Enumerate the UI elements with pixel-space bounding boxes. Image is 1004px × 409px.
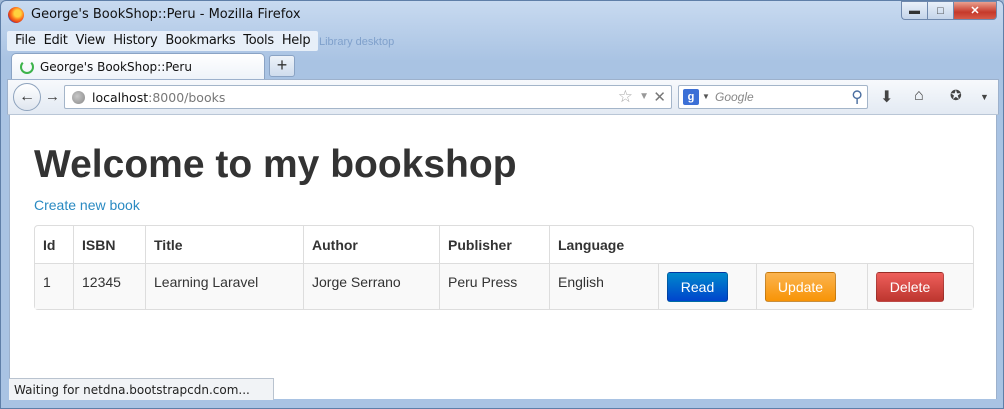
status-bar: Waiting for netdna.bootstrapcdn.com... <box>9 378 274 400</box>
delete-button[interactable]: Delete <box>876 271 944 302</box>
firefox-logo-icon <box>8 7 24 23</box>
column-header-publisher: Publisher <box>439 226 549 263</box>
window-title: George's BookShop::Peru - Mozilla Firefo… <box>31 7 301 22</box>
star-icon[interactable]: ☆ <box>618 87 633 107</box>
read-button[interactable]: Read <box>667 271 728 302</box>
home-icon[interactable]: ⌂ <box>914 87 924 105</box>
column-header-update <box>756 226 867 263</box>
url-text[interactable]: localhost:8000/books <box>92 90 225 105</box>
window-controls: ▬ □ ✕ <box>901 1 997 21</box>
maximize-icon[interactable]: □ <box>927 1 953 20</box>
stop-icon[interactable]: ✕ <box>653 88 666 106</box>
title-bar: George's BookShop::Peru - Mozilla Firefo… <box>1 1 1003 29</box>
tab-strip: George's BookShop::Peru + <box>7 53 997 79</box>
cell-update: Update <box>756 263 867 309</box>
tab-label: George's BookShop::Peru <box>40 59 192 74</box>
cell-title: Learning Laravel <box>145 263 303 309</box>
search-placeholder: Google <box>715 90 754 104</box>
search-engine-dropdown-icon[interactable]: ▼ <box>702 92 710 101</box>
menu-help[interactable]: Help <box>278 31 314 51</box>
menu-arrow-icon[interactable]: ▼ <box>980 92 989 102</box>
search-bar[interactable]: g ▼ Google ⚲ <box>678 85 868 109</box>
cell-language: English <box>549 263 658 309</box>
column-header-title: Title <box>145 226 303 263</box>
cell-isbn: 12345 <box>73 263 145 309</box>
navigation-toolbar: ← → localhost:8000/books ☆ ▼ ✕ g ▼ Googl… <box>7 79 999 115</box>
table-row: 1 12345 Learning Laravel Jorge Serrano P… <box>35 263 973 309</box>
column-header-read <box>658 226 756 263</box>
menu-view[interactable]: View <box>72 31 110 51</box>
cell-publisher: Peru Press <box>439 263 549 309</box>
page-content: Welcome to my bookshop Create new book I… <box>9 115 997 399</box>
download-icon[interactable]: ⬇ <box>880 87 893 107</box>
column-header-author: Author <box>303 226 439 263</box>
cell-id: 1 <box>35 263 73 309</box>
cell-delete: Delete <box>867 263 973 309</box>
menu-edit[interactable]: Edit <box>40 31 72 51</box>
books-table: Id ISBN Title Author Publisher Language … <box>34 225 974 310</box>
background-window-text: Library desktop <box>319 36 395 48</box>
cell-read: Read <box>658 263 756 309</box>
column-header-isbn: ISBN <box>73 226 145 263</box>
menu-file[interactable]: File <box>11 31 40 51</box>
loading-spinner-icon <box>20 59 34 74</box>
tab-bookshop[interactable]: George's BookShop::Peru <box>11 53 265 79</box>
column-header-id: Id <box>43 236 56 253</box>
column-header-language: Language <box>549 226 658 263</box>
update-button[interactable]: Update <box>765 271 836 302</box>
search-icon[interactable]: ⚲ <box>851 87 863 107</box>
url-host: localhost <box>92 90 149 105</box>
google-icon[interactable]: g <box>683 89 699 105</box>
forward-arrow-icon[interactable]: → <box>45 88 60 105</box>
page-title: Welcome to my bookshop <box>34 143 517 186</box>
table-header-row: Id ISBN Title Author Publisher Language <box>35 226 973 263</box>
menu-history[interactable]: History <box>109 31 161 51</box>
back-arrow-icon[interactable]: ← <box>13 83 41 111</box>
url-path: :8000/books <box>148 90 226 105</box>
new-tab-button[interactable]: + <box>269 55 295 77</box>
menu-bookmarks[interactable]: Bookmarks <box>161 31 239 51</box>
addon-icon[interactable]: ✪ <box>950 87 962 104</box>
close-icon[interactable]: ✕ <box>953 1 997 20</box>
dropdown-icon[interactable]: ▼ <box>639 91 649 102</box>
minimize-icon[interactable]: ▬ <box>901 1 927 20</box>
browser-window: George's BookShop::Peru - Mozilla Firefo… <box>0 0 1004 409</box>
menu-tools[interactable]: Tools <box>239 31 278 51</box>
create-new-book-link[interactable]: Create new book <box>34 197 140 213</box>
url-bar[interactable]: localhost:8000/books ☆ ▼ ✕ <box>64 85 672 109</box>
column-header-delete <box>867 226 973 263</box>
menu-bar: File Edit View History Bookmarks Tools H… <box>7 31 319 51</box>
globe-icon <box>72 91 85 104</box>
cell-author: Jorge Serrano <box>303 263 439 309</box>
